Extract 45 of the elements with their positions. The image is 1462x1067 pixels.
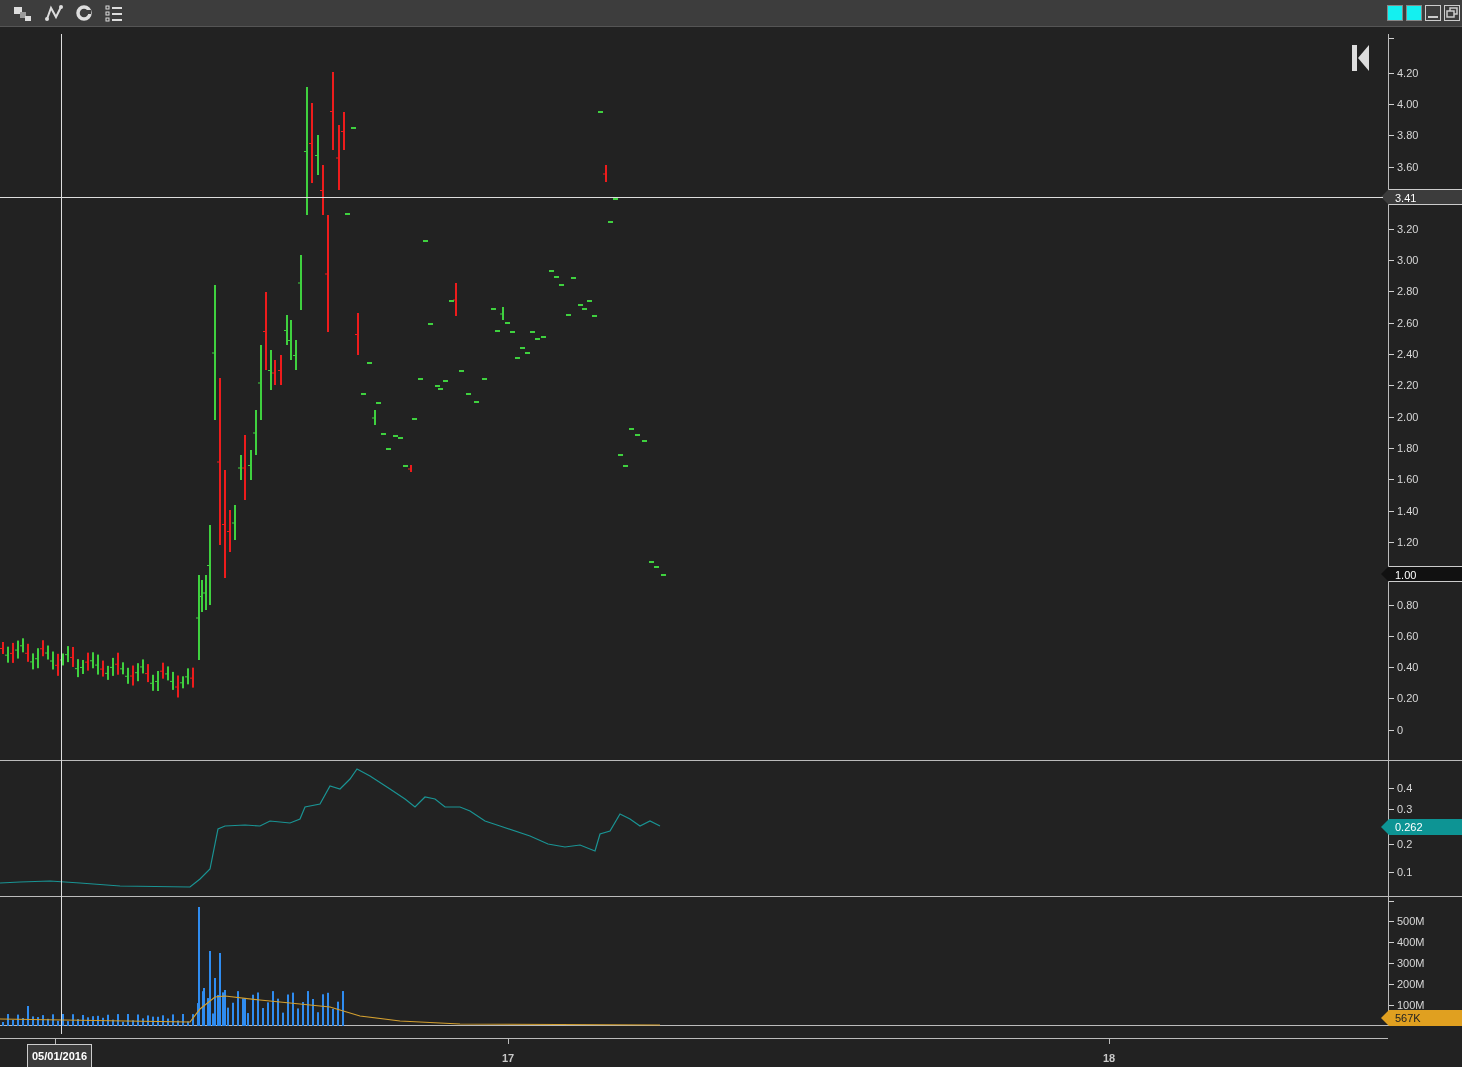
- volume-badge: 567K: [1381, 1010, 1462, 1026]
- axis-tick-label: 3.60: [1397, 160, 1419, 174]
- skip-back-icon[interactable]: [1352, 45, 1369, 71]
- color-swatch[interactable]: [1387, 5, 1403, 21]
- refresh-icon[interactable]: [74, 4, 94, 22]
- list-icon[interactable]: [104, 4, 124, 22]
- axis-tick-label: 0.60: [1397, 629, 1419, 643]
- indicator-badge: 0.262: [1381, 819, 1462, 835]
- axis-tick-label: 1.60: [1397, 472, 1419, 486]
- minimize-icon[interactable]: [1425, 5, 1441, 21]
- axis-tick-label: 3.20: [1397, 222, 1419, 236]
- axis-tick-label: 4.00: [1397, 97, 1419, 111]
- axis-tick-label: 1.20: [1397, 535, 1419, 549]
- axis-tick-label: 2.80: [1397, 284, 1419, 298]
- axis-tick-label: 0.20: [1397, 691, 1419, 705]
- axis-tick-label: 2.40: [1397, 347, 1419, 361]
- axis-tick-label: 500M: [1397, 914, 1425, 928]
- line-chart-icon[interactable]: [44, 4, 64, 22]
- axis-tick-label: 0.40: [1397, 660, 1419, 674]
- axis-tick-label: 0: [1397, 723, 1404, 737]
- axis-tick-label: 200M: [1397, 977, 1425, 991]
- price-badge: 1.00: [1381, 566, 1462, 582]
- axis-tick-label: 1.40: [1397, 504, 1419, 518]
- axis-tick-label: 0.2: [1397, 837, 1413, 851]
- cursor-date-label: 05/01/2016: [27, 1044, 93, 1067]
- axis-tick-label: 400M: [1397, 935, 1425, 949]
- axis-tick-label: 0.4: [1397, 781, 1413, 795]
- price-badge: 3.41: [1381, 189, 1462, 205]
- axis-tick-label: 3.00: [1397, 253, 1419, 267]
- axis-tick-label: 3.80: [1397, 128, 1419, 142]
- axis-tick-label: 0.80: [1397, 598, 1419, 612]
- axis-tick-label: 100M: [1397, 998, 1425, 1012]
- time-axis-label: 18: [1102, 1051, 1116, 1066]
- axis-tick-label: 4.20: [1397, 66, 1419, 80]
- time-axis-label: 17: [501, 1051, 515, 1066]
- axis-tick-label: 1.80: [1397, 441, 1419, 455]
- color-swatch[interactable]: [1406, 5, 1422, 21]
- axis-tick-label: 2.20: [1397, 378, 1419, 392]
- axis-tick-label: 0.3: [1397, 802, 1413, 816]
- axis-tick-label: 2.00: [1397, 410, 1419, 424]
- axis-tick-label: 2.60: [1397, 316, 1419, 330]
- axis-tick-label: 300M: [1397, 956, 1425, 970]
- layers-icon[interactable]: [12, 4, 34, 22]
- axis-tick-label: 0.1: [1397, 865, 1413, 879]
- restore-icon[interactable]: [1444, 5, 1460, 21]
